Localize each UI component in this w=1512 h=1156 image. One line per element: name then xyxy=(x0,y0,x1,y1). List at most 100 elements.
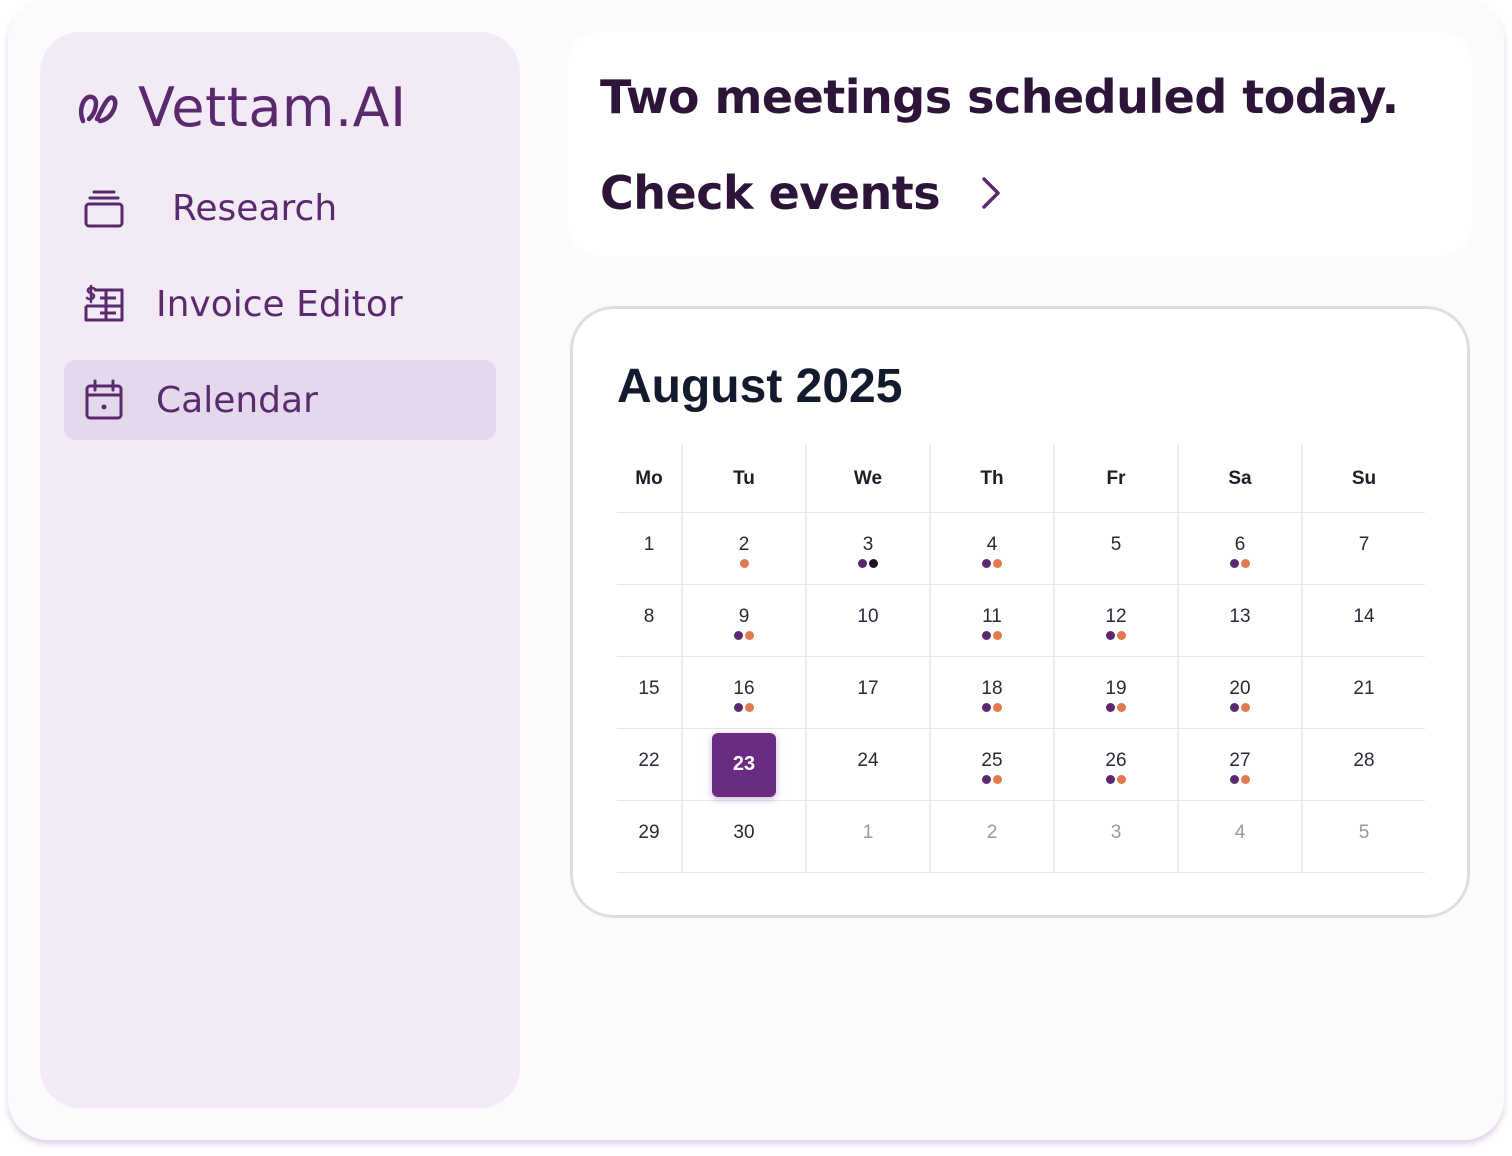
day-number: 22 xyxy=(638,749,660,771)
calendar-day[interactable]: 1 xyxy=(805,801,929,872)
calendar-day[interactable]: 22 xyxy=(617,729,681,800)
calendar-day[interactable]: 10 xyxy=(805,585,929,656)
event-dot-orange xyxy=(993,631,1002,640)
event-dot-purple xyxy=(734,703,743,712)
sidebar: Vettam.AI Research Invoice Editor Calend… xyxy=(40,32,520,1108)
calendar-day[interactable]: 3 xyxy=(805,513,929,584)
calendar-month-title: August 2025 xyxy=(617,360,903,413)
day-number: 25 xyxy=(981,749,1003,771)
sidebar-item-label: Invoice Editor xyxy=(156,283,403,325)
calendar-day[interactable]: 3 xyxy=(1053,801,1177,872)
calendar-day[interactable]: 29 xyxy=(617,801,681,872)
check-events-link[interactable]: Check events xyxy=(600,162,1006,224)
calendar-day[interactable]: 5 xyxy=(1053,513,1177,584)
day-number: 2 xyxy=(738,533,750,555)
event-dot-purple xyxy=(1230,559,1239,568)
event-dot-purple xyxy=(1106,631,1115,640)
weekday-label: Th xyxy=(929,445,1053,512)
day-number: 4 xyxy=(1234,821,1246,843)
event-indicators xyxy=(807,559,929,568)
calendar-day[interactable]: 6 xyxy=(1177,513,1301,584)
day-number: 9 xyxy=(738,605,750,627)
day-number: 7 xyxy=(1358,533,1370,555)
event-dot-orange xyxy=(745,703,754,712)
calendar-day-today[interactable]: 23 xyxy=(681,729,805,800)
day-number: 30 xyxy=(733,821,755,843)
event-indicators xyxy=(1179,775,1301,784)
day-number: 26 xyxy=(1105,749,1127,771)
calendar-day[interactable]: 19 xyxy=(1053,657,1177,728)
calendar-day[interactable]: 8 xyxy=(617,585,681,656)
calendar-day[interactable]: 27 xyxy=(1177,729,1301,800)
calendar-day[interactable]: 20 xyxy=(1177,657,1301,728)
event-dot-orange xyxy=(1117,775,1126,784)
weekday-label: Mo xyxy=(635,467,663,489)
weekday-label: Su xyxy=(1301,445,1425,512)
weekday-label: Tu xyxy=(681,445,805,512)
event-indicators xyxy=(683,703,805,712)
today-highlight: 23 xyxy=(712,732,776,797)
day-number: 8 xyxy=(643,605,655,627)
calendar-day[interactable]: 18 xyxy=(929,657,1053,728)
event-dot-orange xyxy=(993,703,1002,712)
calendar-day[interactable]: 4 xyxy=(929,513,1053,584)
event-indicators xyxy=(931,631,1053,640)
event-dot-orange xyxy=(739,559,749,568)
event-indicators xyxy=(1055,703,1177,712)
event-dot-orange xyxy=(993,775,1002,784)
calendar-day[interactable]: 21 xyxy=(1301,657,1425,728)
event-dot-purple xyxy=(734,631,743,640)
event-dot-purple xyxy=(982,559,991,568)
day-number: 21 xyxy=(1353,677,1375,699)
day-number: 3 xyxy=(862,533,874,555)
day-number: 20 xyxy=(1229,677,1251,699)
calendar-week-row: 22 23 24 25 26 27 28 xyxy=(617,729,1425,801)
sidebar-item-research[interactable]: Research xyxy=(64,168,496,248)
calendar-day[interactable]: 14 xyxy=(1301,585,1425,656)
calendar-day[interactable]: 30 xyxy=(681,801,805,872)
calendar-day[interactable]: 24 xyxy=(805,729,929,800)
sidebar-item-calendar[interactable]: Calendar xyxy=(64,360,496,440)
event-indicators xyxy=(1179,703,1301,712)
event-indicators xyxy=(931,703,1053,712)
day-number: 12 xyxy=(1105,605,1127,627)
calendar-day[interactable]: 15 xyxy=(617,657,681,728)
brand[interactable]: Vettam.AI xyxy=(76,72,407,142)
calendar-day[interactable]: 17 xyxy=(805,657,929,728)
event-indicators xyxy=(1055,775,1177,784)
calendar-day[interactable]: 16 xyxy=(681,657,805,728)
calendar-day[interactable]: 1 xyxy=(617,513,681,584)
weekday-label: Sa xyxy=(1177,445,1301,512)
calendar-day[interactable]: 5 xyxy=(1301,801,1425,872)
calendar-day[interactable]: 7 xyxy=(1301,513,1425,584)
event-dot-orange xyxy=(1117,703,1126,712)
event-dot-purple xyxy=(1106,775,1115,784)
event-dot-purple xyxy=(1230,703,1239,712)
calendar-icon xyxy=(85,379,123,420)
calendar-week-row: 1 2 3 4 5 6 7 xyxy=(617,513,1425,585)
event-dot-orange xyxy=(1241,559,1250,568)
calendar-day[interactable]: 26 xyxy=(1053,729,1177,800)
day-number: 5 xyxy=(1358,821,1370,843)
calendar-day[interactable]: 12 xyxy=(1053,585,1177,656)
weekday-header-row: Mo Tu We Th Fr Sa Su xyxy=(617,445,1425,513)
event-dot-purple xyxy=(1106,703,1115,712)
day-number: 11 xyxy=(982,605,1002,627)
calendar-day[interactable]: 13 xyxy=(1177,585,1301,656)
event-dot-orange xyxy=(1241,703,1250,712)
calendar-day[interactable]: 2 xyxy=(929,801,1053,872)
calendar-day[interactable]: 25 xyxy=(929,729,1053,800)
calendar-day[interactable]: 11 xyxy=(929,585,1053,656)
event-dot-dark xyxy=(869,559,878,568)
calendar-day[interactable]: 9 xyxy=(681,585,805,656)
calendar-day[interactable]: 2 xyxy=(681,513,805,584)
weekday-label: Fr xyxy=(1053,445,1177,512)
calendar-day[interactable]: 28 xyxy=(1301,729,1425,800)
sidebar-item-invoice-editor[interactable]: Invoice Editor xyxy=(64,264,496,344)
day-number: 27 xyxy=(1229,749,1251,771)
day-number: 3 xyxy=(1110,821,1122,843)
calendar-day[interactable]: 4 xyxy=(1177,801,1301,872)
sidebar-item-label: Calendar xyxy=(156,379,318,421)
vettam-logo-icon xyxy=(78,94,118,124)
day-number: 1 xyxy=(643,533,655,555)
